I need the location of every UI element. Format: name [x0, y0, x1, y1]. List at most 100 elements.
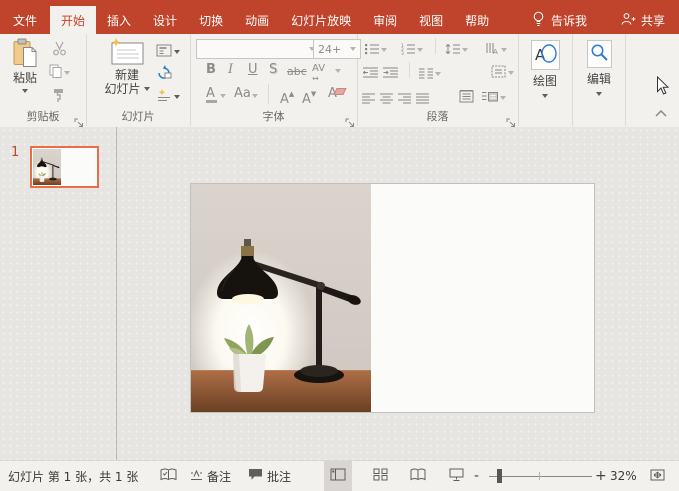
- align-right-icon: [398, 89, 411, 108]
- align-left-button[interactable]: [362, 89, 375, 108]
- cut-button[interactable]: [52, 41, 67, 60]
- tab-insert[interactable]: 插入: [96, 6, 142, 34]
- line-spacing-button[interactable]: [445, 40, 468, 59]
- layout-button[interactable]: [156, 42, 180, 61]
- slide-count-status: 幻灯片 第 1 张，共 1 张: [8, 461, 138, 491]
- fit-to-window-button[interactable]: [650, 461, 665, 491]
- font-dialog-launcher[interactable]: [345, 113, 355, 123]
- lamp-photo[interactable]: [191, 184, 371, 412]
- new-slide-button[interactable]: 新建 幻灯片: [100, 38, 154, 96]
- slideshow-icon: [449, 468, 464, 485]
- dropdown-arrow-icon: [144, 87, 150, 91]
- tab-help[interactable]: 帮助: [454, 6, 500, 34]
- powerpoint-window: 文件 开始 插入 设计 切换 动画 幻灯片放映 审阅 视图 帮助 告诉我 共享 …: [0, 0, 679, 491]
- share-button[interactable]: 共享: [621, 6, 665, 34]
- zoom-slider-track[interactable]: [489, 476, 592, 477]
- change-case-button[interactable]: Aa: [234, 86, 251, 102]
- copy-button[interactable]: [49, 63, 70, 82]
- underline-button[interactable]: U: [248, 62, 258, 78]
- zoom-in-button[interactable]: +: [595, 461, 607, 491]
- tab-home[interactable]: 开始: [50, 6, 96, 34]
- tab-transitions[interactable]: 切换: [188, 6, 234, 34]
- reading-view-icon: [410, 468, 426, 484]
- slide-thumbnail[interactable]: [30, 146, 99, 188]
- smartart-icon: [481, 88, 498, 107]
- slide-sorter-view-button[interactable]: [366, 461, 394, 491]
- dropdown-arrow-icon: [64, 71, 70, 75]
- drawing-button[interactable]: A 绘图: [527, 40, 563, 98]
- bold-button[interactable]: B: [206, 62, 216, 78]
- slide-sorter-icon: [373, 468, 388, 484]
- font-color-button[interactable]: A: [206, 86, 217, 103]
- align-center-button[interactable]: [380, 89, 393, 108]
- paragraph-dialog-launcher[interactable]: [506, 113, 516, 123]
- slide-number: 1: [11, 145, 19, 160]
- svg-text:A: A: [493, 48, 498, 55]
- tab-design[interactable]: 设计: [142, 6, 188, 34]
- clipboard-dialog-launcher[interactable]: [74, 113, 84, 123]
- slide-thumbnail-panel[interactable]: 1: [0, 127, 117, 461]
- strikethrough-button[interactable]: abc: [287, 64, 307, 80]
- notes-button[interactable]: 备注: [190, 461, 231, 491]
- zoom-slider-midtick: [539, 472, 540, 480]
- distribute-text-button[interactable]: [459, 88, 474, 107]
- text-shadow-button[interactable]: S: [269, 62, 277, 78]
- reading-view-button[interactable]: [404, 461, 432, 491]
- editing-button[interactable]: 编辑: [581, 40, 617, 96]
- tab-view[interactable]: 视图: [408, 6, 454, 34]
- tab-file[interactable]: 文件: [0, 6, 50, 34]
- bullets-button[interactable]: [365, 40, 387, 59]
- grow-font-button[interactable]: A▲: [280, 86, 294, 108]
- slide[interactable]: [190, 183, 595, 413]
- shrink-font-button[interactable]: A▼: [302, 86, 316, 108]
- clear-formatting-button[interactable]: A: [328, 86, 345, 102]
- zoom-out-button[interactable]: -: [474, 461, 479, 491]
- drawing-label: 绘图: [533, 74, 557, 88]
- comments-button[interactable]: 批注: [248, 461, 291, 491]
- slideshow-view-button[interactable]: [442, 461, 470, 491]
- fit-to-window-icon: [650, 468, 665, 485]
- ribbon: 粘贴 剪贴板 新建 幻灯片: [0, 34, 679, 128]
- slide-editing-canvas[interactable]: [116, 127, 679, 461]
- paragraph-group-label: 段落: [357, 108, 518, 124]
- mouse-cursor: [656, 76, 670, 100]
- new-slide-label-1: 新建: [115, 68, 139, 82]
- increase-indent-button[interactable]: [383, 64, 398, 83]
- collapse-ribbon-button[interactable]: [655, 102, 667, 121]
- new-slide-label-2: 幻灯片: [104, 82, 140, 96]
- tab-animations[interactable]: 动画: [234, 6, 280, 34]
- tab-review[interactable]: 审阅: [362, 6, 408, 34]
- convert-smartart-button[interactable]: [481, 88, 506, 107]
- spell-check-button[interactable]: [160, 461, 177, 491]
- italic-button[interactable]: I: [228, 62, 233, 78]
- dropdown-arrow-icon: [174, 95, 180, 99]
- tell-me-label: 告诉我: [551, 12, 587, 29]
- lamp-photo-image: [191, 184, 371, 412]
- reset-button[interactable]: [156, 64, 172, 83]
- line-spacing-icon: [445, 40, 460, 59]
- paste-button[interactable]: 粘贴: [6, 38, 44, 93]
- zoom-level[interactable]: 32%: [610, 461, 637, 491]
- divider: [268, 84, 269, 104]
- align-text-button[interactable]: [491, 63, 514, 82]
- font-size-combo[interactable]: 24+: [313, 39, 361, 59]
- columns-button[interactable]: [419, 64, 441, 83]
- drawing-icon: A: [531, 40, 560, 70]
- align-left-icon: [362, 89, 375, 108]
- section-button[interactable]: [156, 87, 180, 106]
- numbering-button[interactable]: 123: [401, 40, 423, 59]
- format-painter-button[interactable]: [52, 87, 65, 106]
- normal-view-button[interactable]: [324, 461, 352, 491]
- text-direction-button[interactable]: A: [485, 40, 507, 59]
- zoom-slider-thumb[interactable]: [497, 469, 502, 483]
- columns-icon: [419, 64, 433, 83]
- justify-button[interactable]: [416, 89, 429, 108]
- dropdown-arrow-icon: [335, 69, 341, 73]
- align-right-button[interactable]: [398, 89, 411, 108]
- decrease-indent-button[interactable]: [363, 64, 378, 83]
- font-name-combo[interactable]: [196, 39, 320, 59]
- character-spacing-button[interactable]: AV ↔: [312, 61, 325, 81]
- format-painter-icon: [52, 87, 65, 106]
- tell-me-button[interactable]: 告诉我: [532, 6, 587, 34]
- tab-slideshow[interactable]: 幻灯片放映: [280, 6, 362, 34]
